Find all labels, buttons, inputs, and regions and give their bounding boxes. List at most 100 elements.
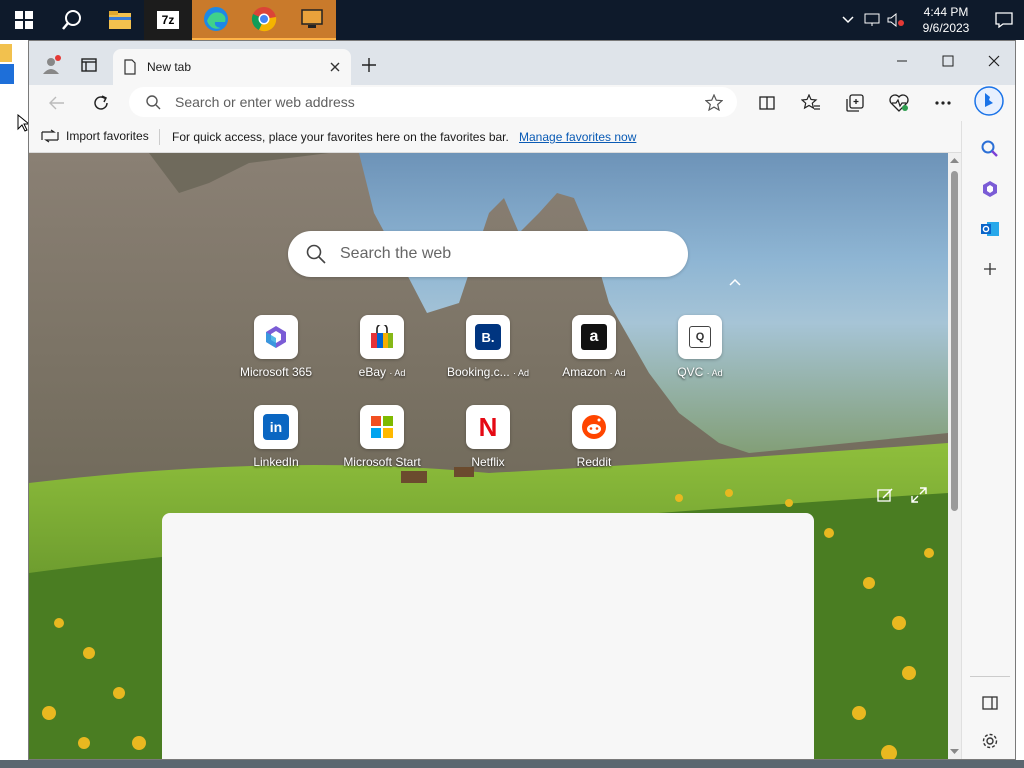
close-tab-icon[interactable] — [329, 61, 341, 73]
ad-badge: · Ad — [389, 368, 406, 378]
quick-link-microsoft-start[interactable]: Microsoft Start — [329, 405, 435, 469]
quick-link-linkedin[interactable]: in LinkedIn — [223, 405, 329, 469]
sidebar-hide-button[interactable] — [974, 687, 1006, 719]
volume-muted-icon[interactable] — [884, 0, 908, 40]
desktop-background-left — [0, 40, 29, 768]
search-icon — [306, 244, 326, 264]
sidebar-search-button[interactable] — [974, 133, 1006, 165]
sidebar-settings-button[interactable] — [974, 725, 1006, 757]
bing-icon — [974, 86, 1004, 116]
7zip-button[interactable]: 7z — [144, 0, 192, 40]
title-bar: New tab — [29, 41, 1015, 85]
ad-badge: · Ad — [609, 368, 626, 378]
edit-background-icon[interactable] — [877, 487, 893, 503]
scroll-down-icon[interactable] — [950, 749, 959, 755]
linkedin-icon: in — [254, 405, 298, 449]
collections-button[interactable] — [843, 91, 867, 115]
news-feed-card — [162, 513, 814, 759]
browser-essentials-button[interactable] — [887, 91, 911, 115]
tile-label: eBay — [358, 365, 386, 379]
split-screen-button[interactable] — [755, 91, 779, 115]
sidebar-toggle-icon — [982, 696, 998, 710]
windows-logo-icon — [15, 11, 33, 29]
tile-label: Reddit — [576, 455, 612, 469]
toolbar: Search or enter web address — [29, 85, 1015, 121]
quick-link-reddit[interactable]: Reddit — [541, 405, 647, 469]
quick-link-qvc[interactable]: Q QVC · Ad — [647, 315, 753, 379]
tab-actions-icon — [81, 58, 97, 72]
edge-icon — [204, 7, 228, 31]
tile-label: Microsoft 365 — [239, 365, 313, 379]
expand-icon[interactable] — [911, 487, 927, 503]
quick-link-amazon[interactable]: a Amazon · Ad — [541, 315, 647, 379]
profile-icon — [43, 55, 61, 74]
netflix-glyph: N — [478, 411, 498, 442]
refresh-button[interactable] — [89, 91, 113, 115]
tile-label: Microsoft Start — [343, 455, 421, 469]
plus-icon — [984, 263, 996, 275]
close-window-button[interactable] — [971, 41, 1015, 81]
settings-more-button[interactable] — [931, 91, 955, 115]
taskbar-clock[interactable]: 4:44 PM 9/6/2023 — [908, 4, 984, 36]
minimize-button[interactable] — [879, 41, 925, 81]
taskbar-search-button[interactable] — [48, 0, 96, 40]
refresh-icon — [94, 95, 108, 110]
profile-button[interactable] — [39, 53, 63, 77]
desktop-selection — [0, 64, 14, 84]
sidebar-microsoft365-button[interactable] — [974, 173, 1006, 205]
tab-new-tab[interactable]: New tab — [113, 49, 351, 85]
app-button[interactable] — [288, 0, 336, 40]
quick-link-netflix[interactable]: N Netflix — [435, 405, 541, 469]
microsoft-start-icon — [360, 405, 404, 449]
sidebar-add-button[interactable] — [974, 253, 1006, 285]
quick-link-microsoft365[interactable]: Microsoft 365 — [223, 315, 329, 379]
tab-actions-button[interactable] — [79, 55, 99, 75]
close-icon — [988, 55, 1000, 67]
system-tray: 4:44 PM 9/6/2023 — [836, 0, 1024, 40]
clock-date: 9/6/2023 — [922, 21, 970, 35]
chevron-up-icon[interactable] — [836, 0, 860, 40]
start-button[interactable] — [0, 0, 48, 40]
new-tab-button[interactable] — [359, 55, 379, 75]
network-icon[interactable] — [860, 0, 884, 40]
search-icon — [981, 140, 998, 157]
qvc-icon: Q — [678, 315, 722, 359]
netflix-icon: N — [466, 405, 510, 449]
folder-icon — [109, 11, 131, 29]
scrollbar-thumb[interactable] — [951, 171, 958, 511]
manage-favorites-link[interactable]: Manage favorites now — [519, 130, 636, 144]
edge-sidebar — [961, 121, 1015, 759]
import-favorites-button[interactable]: Import favorites — [41, 129, 149, 143]
quick-link-ebay[interactable]: eBay · Ad — [329, 315, 435, 379]
web-search-box[interactable]: Search the web — [288, 231, 688, 277]
booking-icon: B. — [466, 315, 510, 359]
scroll-up-icon[interactable] — [950, 157, 959, 163]
clock-time: 4:44 PM — [923, 5, 969, 19]
tile-label: Amazon — [562, 365, 607, 379]
qvc-glyph: Q — [689, 326, 711, 348]
maximize-icon — [942, 55, 954, 67]
address-bar[interactable]: Search or enter web address — [129, 87, 737, 117]
address-placeholder: Search or enter web address — [175, 94, 355, 110]
chevron-up-icon[interactable] — [729, 278, 741, 286]
edge-button[interactable] — [192, 0, 240, 40]
notification-icon[interactable] — [984, 0, 1024, 40]
app-icon — [301, 9, 323, 28]
favorite-star-icon[interactable] — [705, 94, 723, 111]
7zip-icon-label: 7z — [161, 13, 175, 27]
bing-copilot-button[interactable] — [973, 85, 1005, 117]
tile-label: Netflix — [471, 455, 505, 469]
file-explorer-button[interactable] — [96, 0, 144, 40]
desktop-background-right — [1016, 40, 1024, 768]
back-button[interactable] — [45, 91, 69, 115]
sidebar-outlook-button[interactable] — [974, 213, 1006, 245]
chrome-button[interactable] — [240, 0, 288, 40]
microsoft365-icon — [254, 315, 298, 359]
search-icon — [146, 95, 161, 110]
page-scrollbar[interactable] — [948, 153, 961, 759]
favorites-button[interactable] — [799, 91, 823, 115]
quick-link-booking[interactable]: B. Booking.c... · Ad — [435, 315, 541, 379]
maximize-button[interactable] — [925, 41, 971, 81]
favorites-bar-message: For quick access, place your favorites h… — [172, 130, 509, 144]
desktop-background-bottom — [0, 760, 1024, 768]
